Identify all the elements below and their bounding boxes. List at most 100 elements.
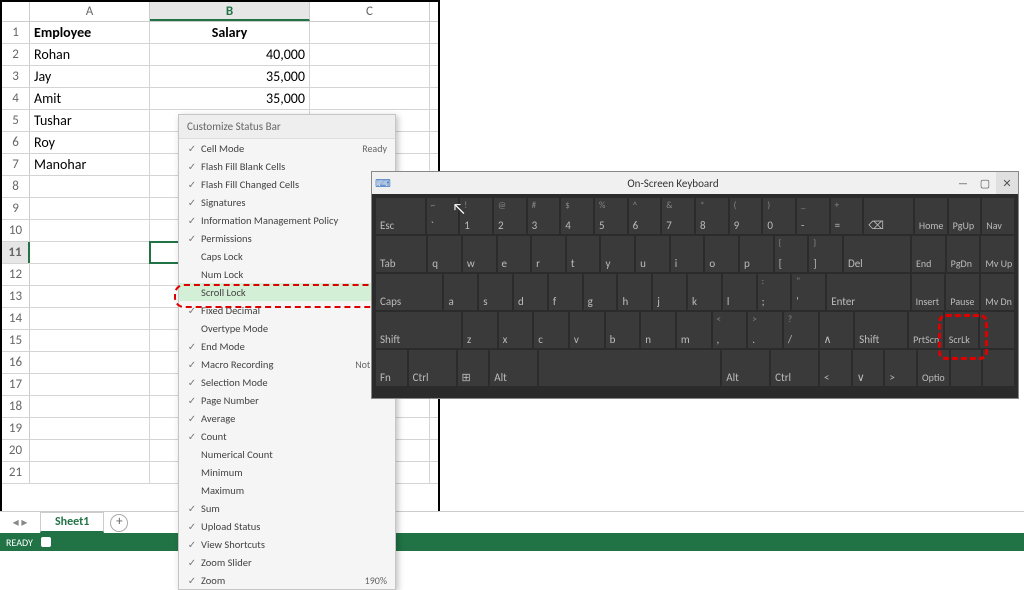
key-[interactable]: <, xyxy=(713,312,747,348)
key-5[interactable]: %5 xyxy=(595,198,627,234)
menu-item[interactable]: ✓Average xyxy=(179,409,395,427)
menu-item[interactable]: ✓Signatures xyxy=(179,193,395,211)
key-[interactable]: }] xyxy=(809,236,842,272)
cell[interactable] xyxy=(30,198,150,219)
key-scrlk[interactable]: ScrLk xyxy=(945,312,979,348)
cell[interactable]: Tushar xyxy=(30,110,150,131)
cell[interactable]: Rohan xyxy=(30,44,150,65)
row-header[interactable]: 18 xyxy=(2,396,30,417)
cell[interactable] xyxy=(30,374,150,395)
cell[interactable]: Amit xyxy=(30,88,150,109)
key-[interactable]: ?/ xyxy=(784,312,818,348)
cell[interactable] xyxy=(30,418,150,439)
row-header[interactable]: 19 xyxy=(2,418,30,439)
key-h[interactable]: h xyxy=(618,274,651,310)
key-[interactable]: >. xyxy=(748,312,782,348)
key-g[interactable]: g xyxy=(584,274,617,310)
row-header[interactable]: 14 xyxy=(2,308,30,329)
key-blank[interactable] xyxy=(983,350,1014,386)
key-t[interactable]: t xyxy=(567,236,600,272)
menu-item[interactable]: Overtype Mode xyxy=(179,319,395,337)
key-d[interactable]: d xyxy=(514,274,547,310)
key-alt[interactable]: Alt xyxy=(722,350,769,386)
key-[interactable]: _- xyxy=(797,198,829,234)
col-header-A[interactable]: A xyxy=(30,2,150,21)
cell[interactable] xyxy=(30,176,150,197)
menu-item[interactable]: ✓Page Number xyxy=(179,391,395,409)
key-nav[interactable]: Nav xyxy=(982,198,1014,234)
key-9[interactable]: (9 xyxy=(730,198,762,234)
menu-item[interactable]: ✓Count xyxy=(179,427,395,445)
maximize-button[interactable]: ▢ xyxy=(974,172,996,194)
key-home[interactable]: Home xyxy=(915,198,947,234)
key-j[interactable]: j xyxy=(653,274,686,310)
menu-item[interactable]: ✓Upload Status xyxy=(179,517,395,535)
cell[interactable] xyxy=(310,22,430,43)
key-blank[interactable] xyxy=(539,350,720,386)
row-header[interactable]: 6 xyxy=(2,132,30,153)
key-z[interactable]: z xyxy=(463,312,497,348)
key-blank[interactable] xyxy=(951,350,982,386)
key-[interactable]: += xyxy=(831,198,863,234)
cell[interactable] xyxy=(30,352,150,373)
key-3[interactable]: #3 xyxy=(528,198,560,234)
key-4[interactable]: $4 xyxy=(561,198,593,234)
cell[interactable]: 40,000 xyxy=(150,44,310,65)
menu-item[interactable]: ✓Cell ModeReady xyxy=(179,139,395,157)
key-fn[interactable]: Fn xyxy=(376,350,407,386)
row-header[interactable]: 10 xyxy=(2,220,30,241)
tab-nav[interactable]: ◂ ▸ xyxy=(0,515,40,530)
select-all-corner[interactable] xyxy=(2,2,30,21)
cell[interactable] xyxy=(30,396,150,417)
key-[interactable]: ∨ xyxy=(853,350,884,386)
minimize-button[interactable]: — xyxy=(952,172,974,194)
col-header-C[interactable]: C xyxy=(310,2,430,21)
menu-item[interactable]: Maximum xyxy=(179,481,395,499)
menu-item[interactable]: Numerical Count xyxy=(179,445,395,463)
row-header[interactable]: 1 xyxy=(2,22,30,43)
key-p[interactable]: p xyxy=(740,236,773,272)
key-v[interactable]: v xyxy=(570,312,604,348)
row-header[interactable]: 17 xyxy=(2,374,30,395)
key-f[interactable]: f xyxy=(549,274,582,310)
key-0[interactable]: )0 xyxy=(763,198,795,234)
key-blank[interactable] xyxy=(980,312,1014,348)
cell[interactable]: Jay xyxy=(30,66,150,87)
osk-titlebar[interactable]: ⌨ On-Screen Keyboard — ▢ ✕ xyxy=(372,172,1018,194)
key-[interactable]: ∧ xyxy=(820,312,854,348)
row-header[interactable]: 12 xyxy=(2,264,30,285)
menu-item[interactable]: ✓Zoom190% xyxy=(179,571,395,589)
key-del[interactable]: Del xyxy=(844,236,910,272)
key-[interactable]: ⌫ xyxy=(864,198,913,234)
key-u[interactable]: u xyxy=(636,236,669,272)
key-x[interactable]: x xyxy=(499,312,533,348)
key-pgdn[interactable]: PgDn xyxy=(947,236,980,272)
key-y[interactable]: y xyxy=(601,236,634,272)
row-header[interactable]: 15 xyxy=(2,330,30,351)
key-b[interactable]: b xyxy=(606,312,640,348)
row-header[interactable]: 3 xyxy=(2,66,30,87)
row-header[interactable]: 5 xyxy=(2,110,30,131)
menu-item[interactable]: ✓Zoom Slider xyxy=(179,553,395,571)
cell[interactable] xyxy=(30,264,150,285)
key-shift[interactable]: Shift xyxy=(376,312,461,348)
menu-item[interactable]: ✓Flash Fill Changed Cells xyxy=(179,175,395,193)
key-8[interactable]: *8 xyxy=(696,198,728,234)
menu-item[interactable]: ✓Macro RecordingNot Rec xyxy=(179,355,395,373)
key-alt[interactable]: Alt xyxy=(490,350,537,386)
key-[interactable]: ⊞ xyxy=(458,350,489,386)
add-sheet-button[interactable]: + xyxy=(110,514,128,532)
key-mvdn[interactable]: Mv Dn xyxy=(981,274,1014,310)
key-pause[interactable]: Pause xyxy=(946,274,979,310)
status-bar[interactable]: READY xyxy=(0,533,1024,551)
key-i[interactable]: i xyxy=(671,236,704,272)
key-1[interactable]: !1 xyxy=(460,198,492,234)
row-header[interactable]: 11 xyxy=(2,242,30,263)
cell[interactable] xyxy=(310,88,430,109)
cell[interactable] xyxy=(310,44,430,65)
key-enter[interactable]: Enter xyxy=(827,274,909,310)
key-prtscn[interactable]: PrtScn xyxy=(909,312,943,348)
key-ctrl[interactable]: Ctrl xyxy=(771,350,818,386)
key-2[interactable]: @2 xyxy=(494,198,526,234)
cell[interactable]: 35,000 xyxy=(150,88,310,109)
